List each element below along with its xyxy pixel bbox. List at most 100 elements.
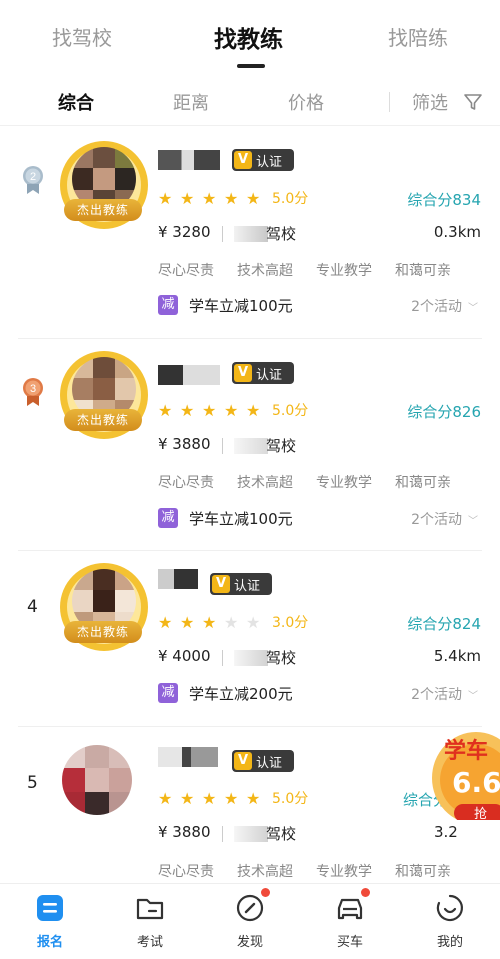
star-icon: ★ xyxy=(224,788,239,808)
divider xyxy=(222,438,223,454)
sort-divider xyxy=(389,92,390,112)
star-icon: ★ xyxy=(158,400,173,420)
floating-promo-ad[interactable]: 学车 6.6 抢 xyxy=(432,728,500,820)
notification-dot xyxy=(261,888,270,897)
star-icon: ★ xyxy=(180,188,195,208)
tag: 尽心尽责 xyxy=(158,475,214,491)
star-icon: ★ xyxy=(224,400,239,420)
bronze-medal-icon: 3 xyxy=(23,378,43,406)
discount-icon: 减 xyxy=(158,295,178,315)
star-icon: ★ xyxy=(246,788,261,808)
tag: 专业教学 xyxy=(316,864,372,880)
filter-button[interactable]: 筛选 xyxy=(412,89,448,115)
coach-avatar[interactable] xyxy=(62,745,132,815)
star-icon: ★ xyxy=(202,612,217,632)
star-icon: ★ xyxy=(202,788,217,808)
chevron-down-icon: ﹀ xyxy=(468,691,478,702)
filter-icon[interactable] xyxy=(463,92,483,112)
star-icon: ★ xyxy=(202,400,217,420)
rating-score: 5.0分 xyxy=(272,191,309,207)
tag: 和蔼可亲 xyxy=(395,263,451,279)
rating-stars: ★ ★ ★ ★ ★ 5.0分 xyxy=(158,788,309,808)
coach-avatar[interactable]: 杰出教练 xyxy=(56,141,152,237)
composite-score: 综合分824 xyxy=(407,615,481,633)
tag: 和蔼可亲 xyxy=(395,475,451,491)
nav-mine[interactable]: 我的 xyxy=(420,892,480,950)
distance: 5.4km xyxy=(433,647,481,665)
outstanding-coach-badge: 杰出教练 xyxy=(64,621,142,643)
outstanding-coach-badge: 杰出教练 xyxy=(64,409,142,431)
promo-text: 学车立减100元 xyxy=(189,510,293,528)
coach-name-blurred xyxy=(158,747,218,767)
certified-badge: V 认证 xyxy=(232,149,294,171)
svg-text:抢: 抢 xyxy=(474,806,487,820)
divider xyxy=(222,650,223,666)
activities-dropdown[interactable]: 2个活动 ﹀ xyxy=(411,296,478,316)
activities-dropdown[interactable]: 2个活动 ﹀ xyxy=(411,509,478,529)
coach-card[interactable]: 3 杰出教练 V 认证 ★ ★ ★ ★ ★ 5.0分 综合分826 ¥ 3880… xyxy=(0,339,500,551)
star-icon: ★ xyxy=(158,788,173,808)
coach-avatar[interactable]: 杰出教练 xyxy=(56,563,152,659)
coach-name-blurred xyxy=(158,569,198,589)
folder-icon xyxy=(134,892,166,924)
discount-icon: 减 xyxy=(158,683,178,703)
divider xyxy=(222,226,223,242)
tag: 专业教学 xyxy=(316,263,372,279)
sort-price[interactable]: 价格 xyxy=(288,89,324,115)
coach-card[interactable]: 2 杰出教练 V 认证 ★ ★ ★ ★ ★ 5.0分 综合分834 ¥ 3280… xyxy=(0,127,500,339)
svg-text:学车: 学车 xyxy=(444,738,488,764)
svg-text:6.6: 6.6 xyxy=(452,766,500,799)
coach-avatar[interactable]: 杰出教练 xyxy=(56,351,152,447)
tab-find-sparring[interactable]: 找陪练 xyxy=(388,22,448,51)
school-name-blurred xyxy=(234,650,268,666)
tag: 尽心尽责 xyxy=(158,263,214,279)
star-icon: ★ xyxy=(202,188,217,208)
verified-v-icon: V xyxy=(234,364,252,382)
star-icon: ★ xyxy=(246,400,261,420)
school-name: 驾校 xyxy=(266,825,297,843)
promo-banner-graphic: 学车 6.6 抢 xyxy=(432,732,500,820)
verified-v-icon: V xyxy=(212,575,230,593)
rating-stars: ★ ★ ★ ★ ★ 3.0分 xyxy=(158,612,309,632)
sort-overall[interactable]: 综合 xyxy=(58,89,94,115)
price: ¥ 3880 xyxy=(158,823,211,841)
tab-find-coach[interactable]: 找教练 xyxy=(214,20,283,54)
chevron-down-icon: ﹀ xyxy=(468,516,478,527)
rating-score: 3.0分 xyxy=(272,615,309,631)
rating-score: 5.0分 xyxy=(272,791,309,807)
rank-number: 5 xyxy=(27,773,38,793)
price: ¥ 4000 xyxy=(158,647,211,665)
tag-list: 尽心尽责 技术高超 专业教学 和蔼可亲 xyxy=(158,861,451,881)
school-name-blurred xyxy=(234,226,268,242)
distance: 0.3km xyxy=(433,223,481,241)
tag: 技术高超 xyxy=(237,263,293,279)
rank-number: 4 xyxy=(27,597,38,617)
star-icon: ★ xyxy=(180,788,195,808)
tag-list: 尽心尽责 技术高超 专业教学 和蔼可亲 xyxy=(158,260,451,280)
school-name: 驾校 xyxy=(266,649,297,667)
sort-distance[interactable]: 距离 xyxy=(173,89,209,115)
school-name-blurred xyxy=(234,438,268,454)
tag: 和蔼可亲 xyxy=(395,864,451,880)
compass-icon xyxy=(234,888,270,924)
tab-find-school[interactable]: 找驾校 xyxy=(52,22,112,51)
divider xyxy=(222,826,223,842)
enroll-icon xyxy=(34,892,66,924)
activities-dropdown[interactable]: 2个活动 ﹀ xyxy=(411,684,478,704)
nav-discover[interactable]: 发现 xyxy=(220,888,280,950)
certified-badge: V 认证 xyxy=(210,573,272,595)
car-icon xyxy=(334,888,370,924)
nav-exam[interactable]: 考试 xyxy=(120,892,180,950)
nav-buy-car[interactable]: 买车 xyxy=(320,888,380,950)
promo-text: 学车立减200元 xyxy=(189,685,293,703)
verified-v-icon: V xyxy=(234,151,252,169)
nav-enroll[interactable]: 报名 xyxy=(20,892,80,950)
coach-name-blurred xyxy=(158,365,220,385)
star-icon: ★ xyxy=(246,188,261,208)
tag-list: 尽心尽责 技术高超 专业教学 和蔼可亲 xyxy=(158,472,451,492)
coach-card[interactable]: 4 杰出教练 V 认证 ★ ★ ★ ★ ★ 3.0分 综合分824 ¥ 4000… xyxy=(0,551,500,727)
chevron-down-icon: ﹀ xyxy=(468,303,478,314)
school-name: 驾校 xyxy=(266,437,297,455)
star-empty-icon: ★ xyxy=(246,612,261,632)
coach-card[interactable]: 5 V 认证 ★ ★ ★ ★ ★ 5.0分 综合分 ¥ 3880 驾校 3.2 … xyxy=(0,727,500,883)
